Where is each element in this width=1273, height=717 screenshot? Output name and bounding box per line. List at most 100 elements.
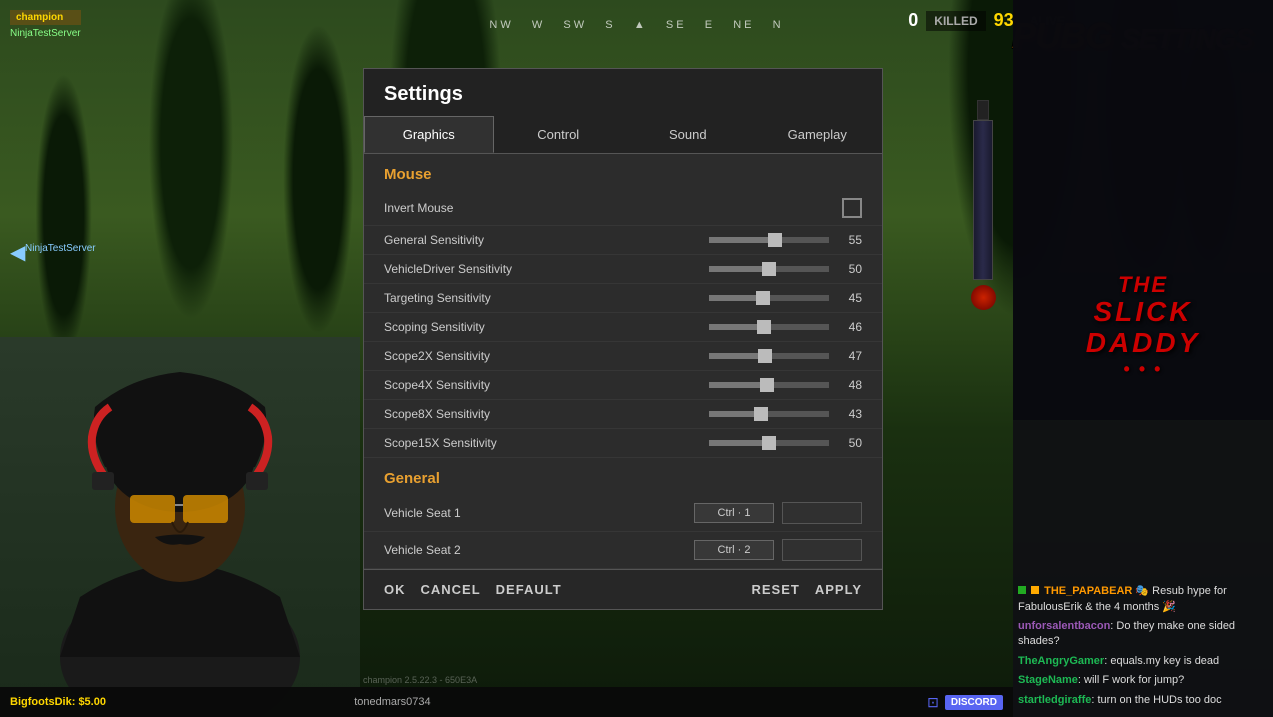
scope2x-sensitivity-row: Scope2X Sensitivity 47 — [364, 342, 882, 371]
footer-right-buttons: RESET APPLY — [752, 582, 863, 597]
nav-name: NinjaTestServer — [25, 243, 96, 254]
scope15x-control: 50 — [709, 436, 862, 450]
vehicle-seat-2-control: Ctrl · 2 — [694, 539, 862, 561]
chat-avatar-1: 🎭 — [1135, 585, 1149, 597]
scoping-sensitivity-track[interactable] — [709, 324, 829, 330]
settings-tabs: Graphics Control Sound Gameplay — [364, 116, 882, 154]
targeting-sensitivity-control: 45 — [709, 291, 862, 305]
club-text-2: SLICK — [1023, 297, 1263, 328]
killed-count: 0 — [908, 10, 918, 31]
scope4x-sensitivity-row: Scope4X Sensitivity 48 — [364, 371, 882, 400]
tab-sound[interactable]: Sound — [623, 116, 753, 153]
general-sensitivity-label: General Sensitivity — [384, 233, 709, 247]
general-sensitivity-control: 55 — [709, 233, 862, 247]
scoping-sensitivity-fill — [709, 324, 764, 330]
vehicle-driver-value: 50 — [837, 262, 862, 276]
version-text: champion 2.5.22.3 - 650E3A — [363, 675, 477, 685]
general-sensitivity-track[interactable] — [709, 237, 829, 243]
tab-graphics[interactable]: Graphics — [364, 116, 494, 153]
discord-badge: DISCORD — [945, 695, 1003, 710]
scope15x-thumb[interactable] — [762, 436, 776, 450]
chat-msg-5: startledgiraffe: turn on the HUDs too do… — [1018, 693, 1268, 708]
ok-button[interactable]: OK — [384, 582, 406, 597]
targeting-sensitivity-track[interactable] — [709, 295, 829, 301]
scope8x-thumb[interactable] — [754, 407, 768, 421]
settings-panel: Settings Graphics Control Sound Gameplay… — [363, 68, 883, 610]
settings-title: Settings — [364, 69, 882, 116]
scoping-sensitivity-value: 46 — [837, 320, 862, 334]
streamer-background — [0, 337, 360, 717]
vehicle-driver-track[interactable] — [709, 266, 829, 272]
scope15x-value: 50 — [837, 436, 862, 450]
chat-msg-3: TheAngryGamer: equals.my key is dead — [1018, 654, 1268, 669]
scoping-sensitivity-label: Scoping Sensitivity — [384, 320, 709, 334]
scoping-sensitivity-thumb[interactable] — [757, 320, 771, 334]
streamer-silhouette — [10, 337, 350, 717]
chat-user-2: unforsalentbacon — [1018, 620, 1110, 632]
username-text: tonedmars0734 — [354, 696, 430, 708]
vehicle-driver-control: 50 — [709, 262, 862, 276]
targeting-sensitivity-fill — [709, 295, 763, 301]
scope-top — [977, 100, 989, 120]
scope15x-track[interactable] — [709, 440, 829, 446]
scope15x-label: Scope15X Sensitivity — [384, 436, 709, 450]
scope8x-sensitivity-row: Scope8X Sensitivity 43 — [364, 400, 882, 429]
vehicle-seat-2-secondary[interactable] — [782, 539, 862, 561]
chat-messages: THE_PAPABEAR 🎭 Resub hype for FabulousEr… — [1013, 420, 1273, 717]
vehicle-seat-1-row: Vehicle Seat 1 Ctrl · 1 — [364, 495, 882, 532]
invert-mouse-control — [842, 198, 862, 218]
vehicle-driver-label: VehicleDriver Sensitivity — [384, 262, 709, 276]
vehicle-seat-1-secondary[interactable] — [782, 502, 862, 524]
targeting-sensitivity-row: Targeting Sensitivity 45 — [364, 284, 882, 313]
tab-gameplay[interactable]: Gameplay — [753, 116, 883, 153]
reset-button[interactable]: RESET — [752, 582, 800, 597]
targeting-sensitivity-label: Targeting Sensitivity — [384, 291, 709, 305]
scope-body — [973, 120, 993, 280]
club-text-3: DADDY — [1023, 328, 1263, 359]
scope4x-control: 48 — [709, 378, 862, 392]
invert-mouse-checkbox[interactable] — [842, 198, 862, 218]
chat-msg-4: StageName: will F work for jump? — [1018, 673, 1268, 688]
scope-bottom — [971, 285, 996, 310]
chat-user-4: StageName — [1018, 674, 1078, 686]
chat-text-4: will F work for jump? — [1084, 674, 1184, 686]
default-button[interactable]: DEFAULT — [496, 582, 562, 597]
scope8x-label: Scope8X Sensitivity — [384, 407, 709, 421]
nav-arrow: ◀ — [10, 240, 25, 265]
targeting-sensitivity-thumb[interactable] — [756, 291, 770, 305]
chat-text-5: turn on the HUDs too doc — [1097, 694, 1221, 706]
settings-footer: OK CANCEL DEFAULT RESET APPLY — [364, 569, 882, 609]
scope15x-sensitivity-row: Scope15X Sensitivity 50 — [364, 429, 882, 458]
scope2x-track[interactable] — [709, 353, 829, 359]
scope4x-track[interactable] — [709, 382, 829, 388]
chat-user-5: startledgiraffe — [1018, 694, 1091, 706]
scope8x-track[interactable] — [709, 411, 829, 417]
discord-icon: ⊡ — [927, 694, 939, 711]
chat-top-area: THE SLICK DADDY • • • — [1013, 0, 1273, 420]
chat-msg-1: THE_PAPABEAR 🎭 Resub hype for FabulousEr… — [1018, 584, 1268, 615]
tab-control[interactable]: Control — [494, 116, 624, 153]
club-text-4: • • • — [1023, 359, 1263, 380]
footer-left-buttons: OK CANCEL DEFAULT — [384, 582, 562, 597]
vehicle-driver-sensitivity-row: VehicleDriver Sensitivity 50 — [364, 255, 882, 284]
section-mouse-header: Mouse — [364, 154, 882, 191]
vehicle-seat-1-label: Vehicle Seat 1 — [384, 506, 694, 520]
vehicle-driver-thumb[interactable] — [762, 262, 776, 276]
apply-button[interactable]: APPLY — [815, 582, 862, 597]
scope4x-thumb[interactable] — [760, 378, 774, 392]
scope4x-label: Scope4X Sensitivity — [384, 378, 709, 392]
webcam-area — [0, 337, 360, 717]
chat-user-1: THE_PAPABEAR — [1044, 585, 1132, 597]
targeting-sensitivity-value: 45 — [837, 291, 862, 305]
vehicle-seat-2-keybind[interactable]: Ctrl · 2 — [694, 540, 774, 560]
invert-mouse-row: Invert Mouse — [364, 191, 882, 226]
scope2x-thumb[interactable] — [758, 349, 772, 363]
general-sensitivity-value: 55 — [837, 233, 862, 247]
vehicle-driver-fill — [709, 266, 769, 272]
vehicle-seat-2-row: Vehicle Seat 2 Ctrl · 2 — [364, 532, 882, 569]
scoping-sensitivity-control: 46 — [709, 320, 862, 334]
cancel-button[interactable]: CANCEL — [421, 582, 481, 597]
general-sensitivity-thumb[interactable] — [768, 233, 782, 247]
general-sensitivity-row: General Sensitivity 55 — [364, 226, 882, 255]
vehicle-seat-1-keybind[interactable]: Ctrl · 1 — [694, 503, 774, 523]
